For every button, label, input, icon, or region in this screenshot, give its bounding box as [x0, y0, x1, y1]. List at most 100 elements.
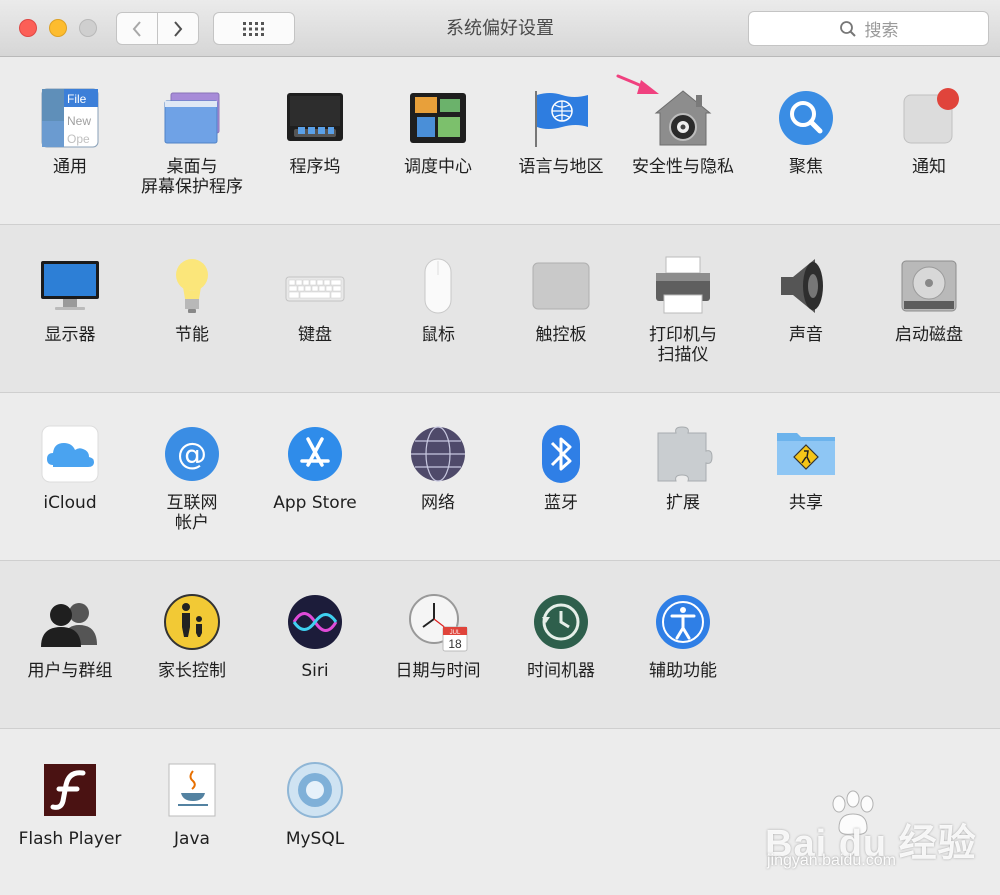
pane-network[interactable]: 网络: [377, 423, 499, 513]
pane-label: 通知: [912, 157, 946, 177]
pane-spotlight[interactable]: 聚焦: [745, 87, 867, 177]
chevron-left-icon: [132, 20, 141, 37]
flash-icon: [44, 764, 96, 816]
search-icon: [839, 20, 856, 37]
zoom-window-button[interactable]: [79, 19, 97, 37]
pane-mysql[interactable]: MySQL: [254, 759, 376, 849]
flag-globe-icon: [535, 91, 588, 147]
calendar-month: JUL: [450, 630, 461, 636]
pane-label-line2: 帐户: [175, 513, 209, 533]
general-icon: File New Ope: [41, 88, 99, 148]
pane-desktop-screensaver[interactable]: 桌面与 屏幕保护程序: [131, 87, 253, 197]
display-icon: [41, 261, 99, 310]
java-cup-icon: [168, 763, 216, 817]
puzzle-icon: [657, 426, 713, 482]
pane-notifications[interactable]: 通知: [868, 87, 990, 177]
back-button[interactable]: [117, 13, 157, 44]
pane-extensions[interactable]: 扩展: [622, 423, 744, 513]
title-bar: 系统偏好设置 搜索: [0, 0, 1000, 57]
app-store-icon: [288, 427, 342, 481]
section-personal: File New Ope 通用 桌面与 屏幕保护程序 程序坞 调度中心 语言与地…: [0, 57, 1000, 225]
pane-label: Java: [174, 829, 210, 849]
pane-label: 键盘: [298, 325, 332, 345]
pane-trackpad[interactable]: 触控板: [500, 255, 622, 345]
search-placeholder: 搜索: [864, 21, 899, 41]
back-forward-group: [116, 12, 199, 45]
lightbulb-icon: [176, 259, 208, 313]
pane-mouse[interactable]: 鼠标: [377, 255, 499, 345]
show-all-button[interactable]: [213, 12, 295, 45]
trackpad-icon: [532, 262, 590, 310]
pane-app-store[interactable]: App Store: [254, 423, 376, 513]
forward-button[interactable]: [157, 13, 198, 44]
pane-energy-saver[interactable]: 节能: [131, 255, 253, 345]
time-machine-icon: [534, 595, 588, 649]
bluetooth-icon: [542, 425, 580, 483]
keyboard-icon: [285, 276, 345, 302]
pane-label: Flash Player: [18, 829, 122, 849]
users-icon: [41, 603, 97, 647]
close-window-button[interactable]: [19, 19, 37, 37]
pane-label: 辅助功能: [649, 661, 717, 681]
search-field[interactable]: 搜索: [748, 11, 989, 46]
pane-displays[interactable]: 显示器: [9, 255, 131, 345]
parental-icon: [164, 594, 220, 650]
sharing-folder-icon: [777, 433, 835, 475]
pane-keyboard[interactable]: 键盘: [254, 255, 376, 345]
pane-label: 启动磁盘: [895, 325, 963, 345]
pink-arrow-icon: [616, 74, 659, 94]
mission-control-icon: [410, 93, 466, 143]
pane-mission-control[interactable]: 调度中心: [377, 87, 499, 177]
pane-label: 节能: [175, 325, 209, 345]
dock-icon: [287, 93, 343, 141]
pane-bluetooth[interactable]: 蓝牙: [500, 423, 622, 513]
notifications-icon: [903, 88, 959, 144]
pane-label-line2: 屏幕保护程序: [141, 177, 243, 197]
minimize-window-button[interactable]: [49, 19, 67, 37]
svg-text:Ope: Ope: [67, 132, 90, 146]
pane-label: 蓝牙: [544, 493, 578, 513]
clock-calendar-icon: JUL 18: [409, 594, 468, 652]
pane-label: 鼠标: [421, 325, 455, 345]
mouse-icon: [424, 258, 452, 314]
pane-label: App Store: [273, 493, 357, 513]
grid-icon: [243, 21, 264, 36]
pane-time-machine[interactable]: 时间机器: [500, 591, 622, 681]
pane-label: 语言与地区: [518, 157, 604, 177]
pane-label: 日期与时间: [395, 661, 481, 681]
pane-java[interactable]: Java: [131, 759, 253, 849]
at-sign-icon: @: [165, 427, 219, 481]
speaker-icon: [781, 259, 823, 313]
pane-startup-disk[interactable]: 启动磁盘: [868, 255, 990, 345]
pane-language-region[interactable]: 语言与地区: [500, 87, 622, 177]
pane-label: 声音: [789, 325, 823, 345]
mysql-icon: [287, 762, 343, 818]
cloud-icon: [41, 425, 99, 483]
pane-sound[interactable]: 声音: [745, 255, 867, 345]
pane-siri[interactable]: Siri: [254, 591, 376, 681]
pane-parental-controls[interactable]: 家长控制: [131, 591, 253, 681]
pane-label: 互联网: [166, 493, 218, 513]
chevron-right-icon: [174, 20, 183, 37]
pane-internet-accounts[interactable]: @ 互联网 帐户: [131, 423, 253, 533]
calendar-day: 18: [448, 637, 462, 651]
section-system: 用户与群组 家长控制 Siri JUL 18 日期与时间 时间机器 辅助功能: [0, 561, 1000, 729]
pane-security-privacy[interactable]: 安全性与隐私: [622, 87, 744, 177]
printer-icon: [656, 256, 710, 314]
pane-date-time[interactable]: JUL 18 日期与时间: [377, 591, 499, 681]
svg-text:File: File: [67, 92, 87, 106]
pane-sharing[interactable]: 共享: [745, 423, 867, 513]
section-internet-wireless: iCloud @ 互联网 帐户 App Store 网络 蓝牙 扩展 共享: [0, 393, 1000, 561]
pane-accessibility[interactable]: 辅助功能: [622, 591, 744, 681]
desktop-icon: [164, 92, 220, 144]
pane-label: 通用: [53, 157, 87, 177]
pane-icloud[interactable]: iCloud: [9, 423, 131, 513]
pane-flash-player[interactable]: Flash Player: [9, 759, 131, 849]
pane-users-groups[interactable]: 用户与群组: [9, 591, 131, 681]
pane-general[interactable]: File New Ope 通用: [9, 87, 131, 177]
network-globe-icon: [411, 426, 465, 482]
pane-label: 时间机器: [527, 661, 595, 681]
pane-printers-scanners[interactable]: 打印机与 扫描仪: [622, 255, 744, 365]
pane-dock[interactable]: 程序坞: [254, 87, 376, 177]
pane-label: 打印机与: [649, 325, 717, 345]
